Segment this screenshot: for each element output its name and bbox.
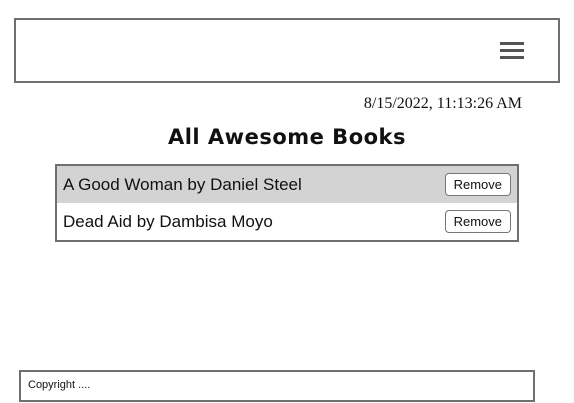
copyright-text: Copyright .... [28,379,91,391]
page-title: All Awesome Books [167,125,407,149]
menu-line [500,56,524,59]
menu-line [500,42,524,45]
book-item: Dead Aid by Dambisa Moyo Remove [57,203,517,240]
hamburger-menu-icon[interactable] [500,42,524,60]
remove-button[interactable]: Remove [444,173,511,196]
book-title: Dead Aid by Dambisa Moyo [63,211,273,231]
page: 8/15/2022, 11:13:26 AM All Awesome Books… [0,0,574,403]
book-item: A Good Woman by Daniel Steel Remove [57,166,517,203]
footer: Copyright .... [19,370,535,402]
remove-button[interactable]: Remove [444,210,511,233]
date-time: 8/15/2022, 11:13:26 AM [363,95,522,112]
header-bar [14,18,560,83]
menu-line [500,49,524,52]
book-list: A Good Woman by Daniel Steel Remove Dead… [55,164,519,242]
book-title: A Good Woman by Daniel Steel [63,174,302,194]
